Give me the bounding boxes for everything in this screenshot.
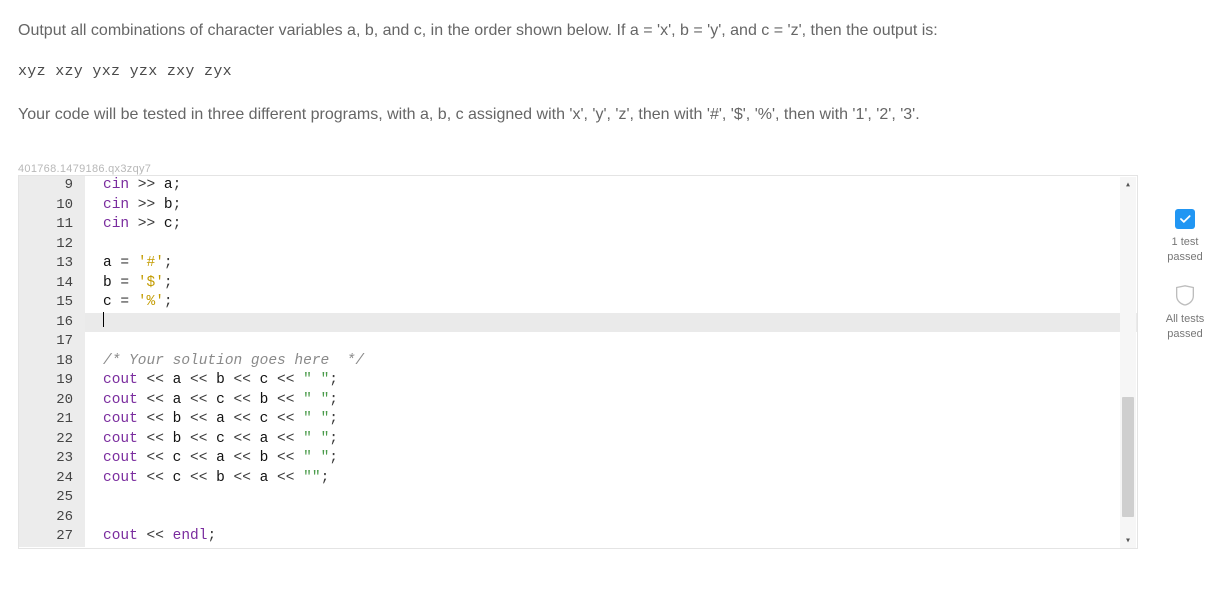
scroll-down-arrow[interactable]: ▾ — [1120, 533, 1136, 549]
code-content[interactable] — [85, 313, 1137, 333]
line-number: 21 — [19, 410, 85, 430]
code-content[interactable]: b = '$'; — [85, 274, 1137, 294]
code-line[interactable]: 24cout << c << b << a << ""; — [19, 469, 1137, 489]
line-number: 18 — [19, 352, 85, 372]
code-content[interactable]: cout << c << b << a << ""; — [85, 469, 1137, 489]
code-content[interactable]: cin >> c; — [85, 215, 1137, 235]
code-content[interactable] — [85, 488, 1137, 508]
question-id: 401768.1479186.qx3zqy7 — [18, 163, 1216, 175]
code-line[interactable]: 27cout << endl; — [19, 527, 1137, 547]
code-line[interactable]: 10cin >> b; — [19, 196, 1137, 216]
line-number: 19 — [19, 371, 85, 391]
all-tests-label-2: passed — [1164, 327, 1206, 342]
line-number: 14 — [19, 274, 85, 294]
test-status-column: 1 test passed All tests passed — [1164, 209, 1206, 343]
code-line[interactable]: 21cout << b << a << c << " "; — [19, 410, 1137, 430]
code-line[interactable]: 15c = '%'; — [19, 293, 1137, 313]
line-number: 9 — [19, 176, 85, 196]
code-line[interactable]: 26 — [19, 508, 1137, 528]
code-content[interactable]: cin >> b; — [85, 196, 1137, 216]
scroll-up-arrow[interactable]: ▴ — [1120, 177, 1136, 193]
code-content[interactable]: cout << a << c << b << " "; — [85, 391, 1137, 411]
code-line[interactable]: 25 — [19, 488, 1137, 508]
code-line[interactable]: 12 — [19, 235, 1137, 255]
scroll-thumb[interactable] — [1122, 397, 1134, 517]
all-tests-shield-icon — [1175, 284, 1195, 306]
code-line[interactable]: 9cin >> a; — [19, 176, 1137, 196]
problem-statement: Output all combinations of character var… — [18, 18, 1168, 127]
line-number: 24 — [19, 469, 85, 489]
code-line[interactable]: 22cout << b << c << a << " "; — [19, 430, 1137, 450]
code-content[interactable]: cout << b << a << c << " "; — [85, 410, 1137, 430]
problem-text-1: Output all combinations of character var… — [18, 18, 1168, 44]
line-number: 11 — [19, 215, 85, 235]
editor-scrollbar[interactable]: ▴ ▾ — [1120, 177, 1136, 549]
code-line[interactable]: 19cout << a << b << c << " "; — [19, 371, 1137, 391]
code-content[interactable] — [85, 508, 1137, 528]
code-content[interactable] — [85, 332, 1137, 352]
code-line[interactable]: 13a = '#'; — [19, 254, 1137, 274]
code-line[interactable]: 18/* Your solution goes here */ — [19, 352, 1137, 372]
code-line[interactable]: 11cin >> c; — [19, 215, 1137, 235]
one-test-passed-icon — [1175, 209, 1195, 229]
code-content[interactable]: cout << a << b << c << " "; — [85, 371, 1137, 391]
all-tests-label-1: All tests — [1164, 312, 1206, 327]
one-test-label-1: 1 test — [1164, 235, 1206, 250]
line-number: 26 — [19, 508, 85, 528]
code-editor[interactable]: 9cin >> a;10cin >> b;11cin >> c;1213a = … — [18, 175, 1138, 549]
line-number: 13 — [19, 254, 85, 274]
line-number: 25 — [19, 488, 85, 508]
code-line[interactable]: 16 — [19, 313, 1137, 333]
code-line[interactable]: 17 — [19, 332, 1137, 352]
line-number: 17 — [19, 332, 85, 352]
one-test-label-2: passed — [1164, 250, 1206, 265]
code-content[interactable]: /* Your solution goes here */ — [85, 352, 1137, 372]
line-number: 27 — [19, 527, 85, 547]
scroll-track[interactable] — [1120, 193, 1136, 533]
code-line[interactable]: 20cout << a << c << b << " "; — [19, 391, 1137, 411]
code-content[interactable]: cout << c << a << b << " "; — [85, 449, 1137, 469]
code-content[interactable]: c = '%'; — [85, 293, 1137, 313]
line-number: 10 — [19, 196, 85, 216]
code-line[interactable]: 23cout << c << a << b << " "; — [19, 449, 1137, 469]
code-line[interactable]: 14b = '$'; — [19, 274, 1137, 294]
line-number: 23 — [19, 449, 85, 469]
line-number: 22 — [19, 430, 85, 450]
line-number: 12 — [19, 235, 85, 255]
line-number: 20 — [19, 391, 85, 411]
text-caret — [103, 312, 104, 327]
code-content[interactable]: cout << endl; — [85, 527, 1137, 547]
code-content[interactable]: a = '#'; — [85, 254, 1137, 274]
problem-text-2: Your code will be tested in three differ… — [18, 102, 1168, 128]
example-output: xyz xzy yxz yzx zxy zyx — [18, 60, 1168, 84]
code-content[interactable] — [85, 235, 1137, 255]
line-number: 16 — [19, 313, 85, 333]
line-number: 15 — [19, 293, 85, 313]
code-content[interactable]: cout << b << c << a << " "; — [85, 430, 1137, 450]
code-content[interactable]: cin >> a; — [85, 176, 1137, 196]
